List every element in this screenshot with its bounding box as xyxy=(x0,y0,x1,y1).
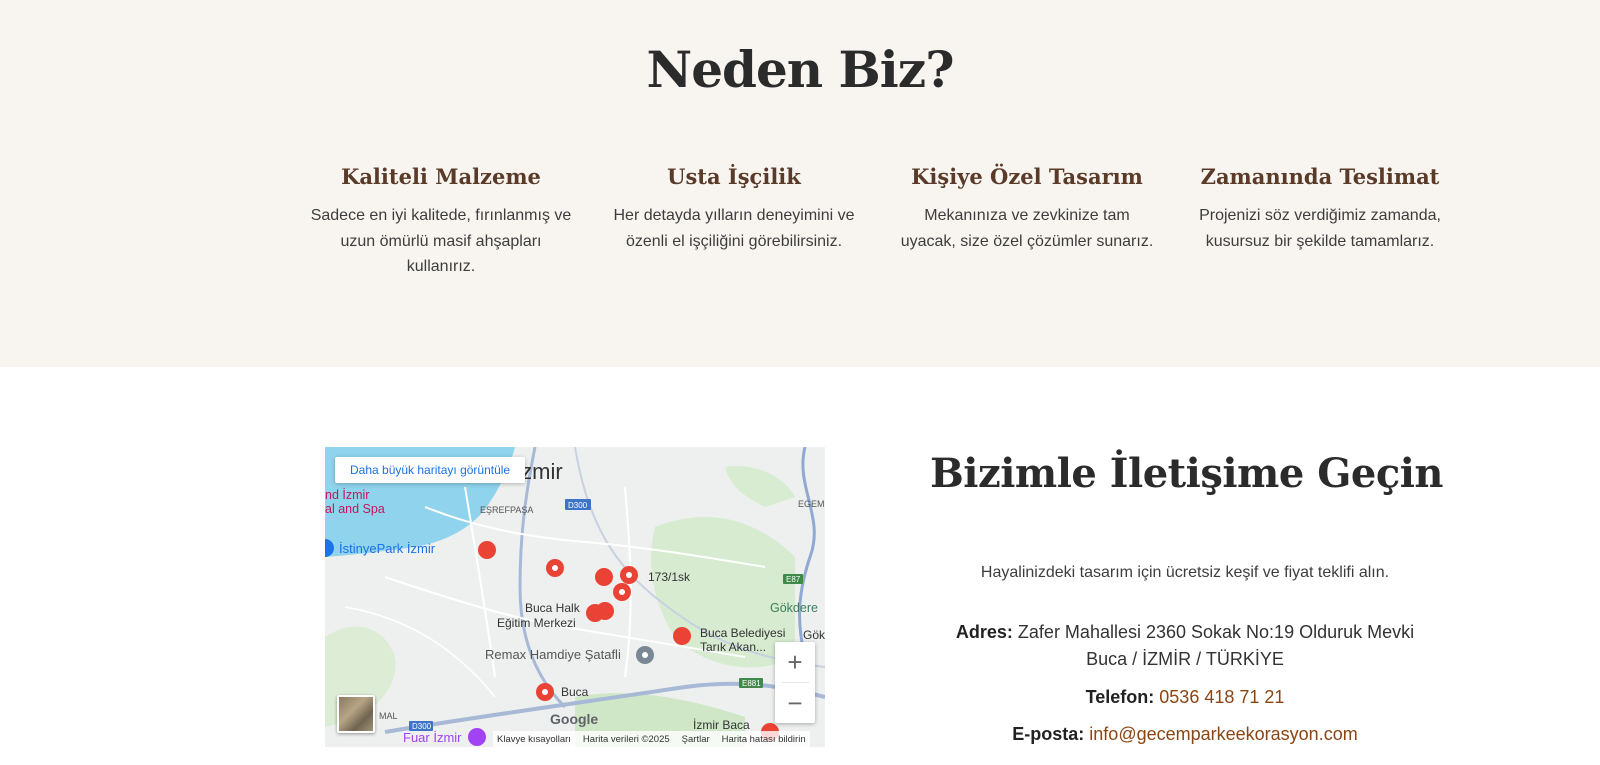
map-label-buca: Buca xyxy=(561,685,589,699)
contact-title: Bizimle İletişime Geçin xyxy=(930,450,1444,497)
feature-craftsmanship: Usta İşçilik Her detayda yılların deneyi… xyxy=(603,164,865,280)
feature-text: Projenizi söz verdiğimiz zamanda, kusurs… xyxy=(1199,207,1441,250)
map-label-street: 173/1sk xyxy=(648,570,691,584)
phone-link[interactable]: 0536 418 71 21 xyxy=(1159,687,1284,707)
map-data-copyright: Harita verileri ©2025 xyxy=(582,733,670,745)
map-label-gokdere: Gökdere xyxy=(770,601,818,615)
feature-text: Mekanınıza ve zevkinize tam uyacak, size… xyxy=(900,207,1154,250)
feature-text: Sadece en iyi kalitede, fırınlanmış ve u… xyxy=(310,207,572,275)
zoom-out-button[interactable]: − xyxy=(775,683,815,723)
contact-subtitle: Hayalinizdeki tasarım için ücretsiz keşi… xyxy=(980,564,1390,581)
map-shield-e881: E881 xyxy=(742,679,761,688)
address-label: Adres: xyxy=(955,622,1013,642)
map-shield-d300: D300 xyxy=(568,501,588,510)
map-zoom-control: + − xyxy=(775,642,815,723)
feature-quality-material: Kaliteli Malzeme Sadece en iyi kalitede,… xyxy=(310,164,572,280)
address-line-2: Buca / İZMİR / TÜRKİYE xyxy=(1086,649,1284,669)
email-label: E-posta: xyxy=(1012,724,1085,744)
map-label-belediye-1: Buca Belediyesi xyxy=(700,626,785,640)
map-label-istinye: İstinyePark İzmir xyxy=(339,541,436,556)
address-value: Zafer Mahallesi 2360 Sokak No:19 Olduruk… xyxy=(1017,622,1415,642)
feature-custom-design: Kişiye Özel Tasarım Mekanınıza ve zevkin… xyxy=(896,164,1158,280)
map-label-fuar: Fuar İzmir xyxy=(403,730,462,745)
map-label-mal: MAL xyxy=(379,711,398,721)
map-layer-toggle[interactable] xyxy=(337,695,375,733)
map-label-spa-1: nd İzmir xyxy=(325,488,369,502)
keyboard-shortcuts-link[interactable]: Klavye kısayolları xyxy=(497,734,571,745)
feature-title: Zamanında Teslimat xyxy=(1200,164,1440,189)
map-label-buca-halk-2: Eğitim Merkezi xyxy=(497,616,576,630)
why-us-section: Neden Biz? Kaliteli Malzeme Sadece en iy… xyxy=(0,0,1600,367)
feature-title: Usta İşçilik xyxy=(667,164,801,189)
report-map-error-link[interactable]: Harita hatası bildirin xyxy=(722,734,806,745)
map-label-remax: Remax Hamdiye Şatafli xyxy=(485,647,621,662)
google-logo: Google xyxy=(550,711,599,727)
phone-label: Telefon: xyxy=(1085,687,1155,707)
feature-title: Kaliteli Malzeme xyxy=(341,164,541,189)
feature-on-time-delivery: Zamanında Teslimat Projenizi söz verdiği… xyxy=(1189,164,1451,280)
map-label-izmir-baca: İzmir Baca xyxy=(693,718,750,732)
map-label-belediye-2: Tarık Akan... xyxy=(700,640,766,654)
map-label-spa-2: al and Spa xyxy=(325,502,385,516)
map-label-buca-halk-1: Buca Halk xyxy=(525,601,581,615)
address-line: Adres: Zafer Mahallesi 2360 Sokak No:19 … xyxy=(930,618,1440,646)
features-row: Kaliteli Malzeme Sadece en iyi kalitede,… xyxy=(310,164,1451,280)
embedded-map[interactable]: İzmir nd İzmir al and Spa EŞREFPAŞA D300… xyxy=(325,447,825,747)
terms-link[interactable]: Şartlar xyxy=(682,734,710,745)
map-shield-e87: E87 xyxy=(786,575,801,584)
map-label-esrefpasa: EŞREFPAŞA xyxy=(480,505,533,515)
map-label-gok: Gök xyxy=(803,628,825,642)
why-us-title: Neden Biz? xyxy=(646,40,955,99)
feature-text: Her detayda yılların deneyimini ve özenl… xyxy=(613,207,855,250)
map-label-egem: EGEM xyxy=(798,499,825,509)
feature-title: Kişiye Özel Tasarım xyxy=(911,164,1143,189)
email-link[interactable]: info@gecemparkeekorasyon.com xyxy=(1089,724,1357,744)
map-attribution: Klavye kısayolları Harita verileri ©2025… xyxy=(493,731,810,747)
email-line: E-posta: info@gecemparkeekorasyon.com xyxy=(930,720,1440,748)
view-larger-map-link[interactable]: Daha büyük haritayı görüntüle xyxy=(335,457,526,483)
map-canvas[interactable]: İzmir nd İzmir al and Spa EŞREFPAŞA D300… xyxy=(325,447,825,747)
phone-line: Telefon: 0536 418 71 21 xyxy=(930,683,1440,711)
zoom-in-button[interactable]: + xyxy=(775,642,815,682)
